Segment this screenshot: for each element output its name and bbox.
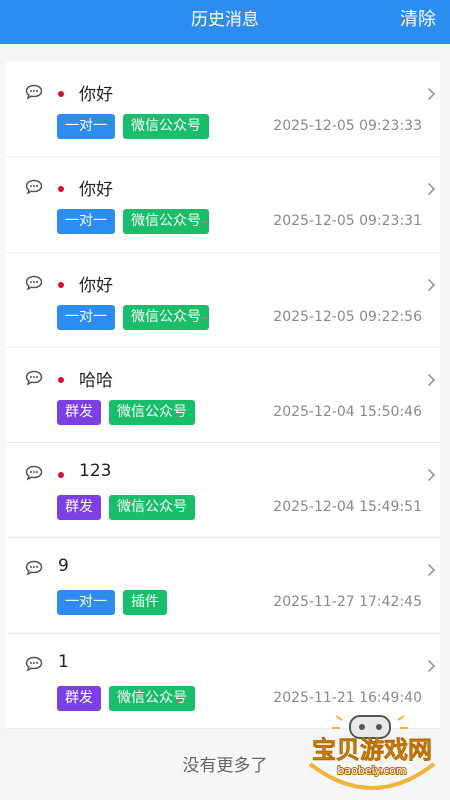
tag-badge: 微信公众号 [109, 495, 195, 521]
chevron-right-icon [427, 181, 436, 196]
chat-bubble-icon [25, 370, 43, 386]
unread-dot [58, 376, 64, 383]
tag-badge: 一对一 [57, 590, 115, 616]
message-item[interactable]: 你好一对一 微信公众号 2025-12-05 09:22:56 [5, 252, 440, 348]
chevron-right-icon [427, 372, 436, 386]
chat-bubble-icon [25, 84, 43, 100]
message-timestamp: 2025-12-04 15:50:46 [273, 403, 422, 420]
chat-bubble-icon [25, 465, 43, 481]
tag-group: 一对一 插件 [57, 590, 167, 616]
message-text: 你好 [79, 85, 113, 105]
message-timestamp: 2025-12-05 09:23:31 [273, 213, 422, 230]
page-title: 历史消息 [191, 10, 259, 30]
message-timestamp: 2025-12-05 09:23:33 [273, 118, 422, 134]
message-timestamp: 2025-11-27 17:42:45 [273, 594, 422, 611]
tag-group: 群发 微信公众号 [57, 685, 195, 711]
tag-badge: 微信公众号 [123, 114, 209, 139]
unread-dot [58, 281, 64, 288]
message-text: 你好 [79, 275, 113, 296]
tag-group: 一对一 微信公众号 [57, 114, 209, 139]
tag-badge: 群发 [57, 495, 101, 521]
message-timestamp: 2025-12-04 15:49:51 [273, 499, 422, 516]
unread-dot [58, 91, 64, 97]
tag-group: 群发 微信公众号 [57, 399, 195, 425]
tag-badge: 微信公众号 [123, 209, 209, 235]
message-item[interactable]: 1 群发 微信公众号 2025-11-21 16:49:40 [5, 633, 440, 730]
chat-bubble-icon [25, 275, 43, 291]
tag-badge: 一对一 [57, 114, 115, 139]
chevron-right-icon [427, 562, 436, 577]
message-list: 你好 一对一 微信公众号 2025-12-05 09:23:33 你好 一对一 微信公众号 2… [5, 62, 440, 730]
message-item[interactable]: 哈哈群发 微信公众号 2025-12-04 15:50:46 [5, 347, 440, 444]
tag-group: 群发 微信公众号 [57, 495, 195, 521]
tag-badge: 一对一 [57, 304, 115, 330]
clear-button[interactable]: 清除 [400, 0, 436, 44]
unread-dot [58, 186, 64, 193]
message-timestamp: 2025-11-21 16:49:40 [273, 689, 422, 706]
chevron-right-icon [427, 86, 436, 101]
tag-group: 一对一 微信公众号 [57, 209, 209, 235]
message-item[interactable]: 9 一对一 插件 2025-11-27 17:42:45 [5, 538, 440, 634]
tag-badge: 微信公众号 [123, 304, 209, 330]
chat-bubble-icon [25, 560, 43, 576]
tag-badge: 微信公众号 [109, 685, 195, 711]
chevron-right-icon [427, 467, 436, 482]
tag-badge: 微信公众号 [109, 399, 195, 425]
tag-badge: 插件 [123, 590, 167, 616]
message-item[interactable]: 你好一对一 微信公众号 2025-12-05 09:23:33 [5, 62, 440, 158]
no-more-text: 没有更多了 [182, 756, 268, 776]
message-item[interactable]: 你好一对一 微信公众号 2025-12-05 09:23:31 [5, 157, 440, 253]
message-text: 9 [58, 556, 69, 577]
message-text: 1 [58, 651, 69, 672]
message-timestamp: 2025-12-05 09:22:56 [273, 308, 422, 325]
tag-group: 一对一 微信公众号 [57, 304, 209, 330]
header: 历史消息 清除 [0, 0, 450, 44]
message-item[interactable]: 123 群发 微信公众号 2025-12-04 15:49:51 [5, 443, 440, 539]
tag-badge: 群发 [57, 399, 101, 425]
message-text: 哈哈 [79, 370, 113, 391]
tag-badge: 一对一 [57, 209, 115, 235]
unread-dot [58, 472, 64, 479]
message-text: 你好 [79, 180, 113, 201]
chevron-right-icon [427, 277, 436, 291]
chat-bubble-icon [25, 656, 43, 672]
chat-bubble-icon [25, 179, 43, 195]
tag-badge: 群发 [57, 685, 101, 711]
message-text: 123 [79, 461, 112, 482]
chevron-right-icon [427, 658, 436, 672]
